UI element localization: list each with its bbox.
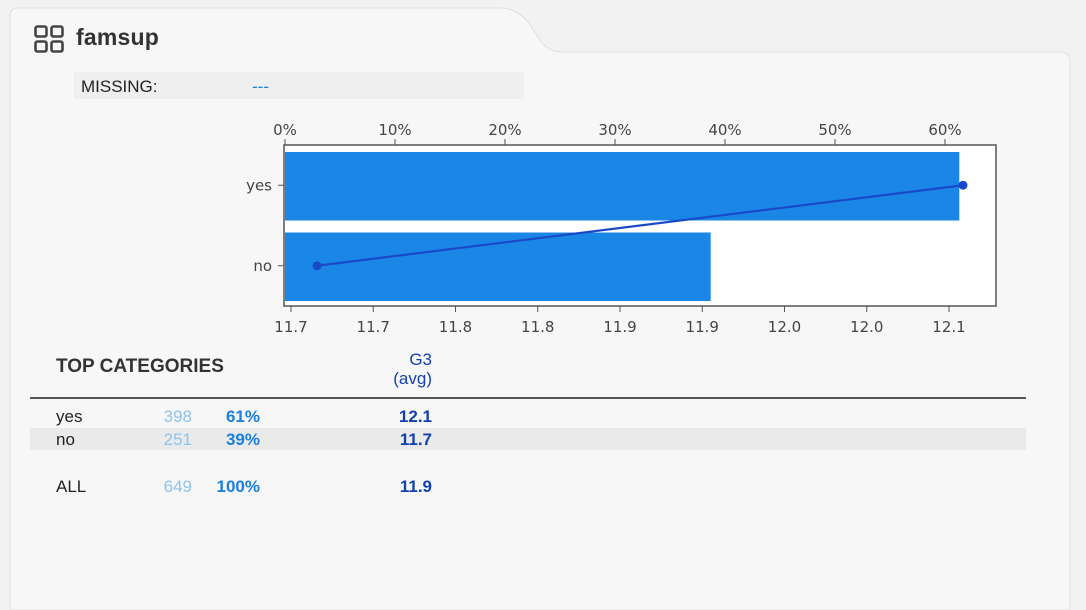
bottom-axis-tick-label: 11.7 <box>274 318 307 336</box>
top-axis-tick-label: 50% <box>818 121 851 139</box>
bottom-axis-tick-label: 12.0 <box>850 318 883 336</box>
feature-card: famsup MISSING: --- 0% 10% 20% 30% 40% 50% 60%… <box>0 0 1086 610</box>
header-divider <box>30 397 1026 399</box>
top-axis-tick-label: 0% <box>273 121 297 139</box>
category-name: no <box>56 430 75 449</box>
category-percent: 39% <box>225 430 260 449</box>
avg-point-yes <box>958 180 968 190</box>
table-row: no 251 39% 11.7 <box>30 428 1026 450</box>
category-label: yes <box>246 176 272 194</box>
bottom-axis-tick-label: 11.7 <box>357 318 390 336</box>
total-count: 649 <box>163 477 192 496</box>
metric-header: G3 (avg) <box>376 350 432 388</box>
top-axis-tick-label: 10% <box>378 121 411 139</box>
top-axis-tick-label: 40% <box>708 121 741 139</box>
top-axis-tick-label: 60% <box>928 121 961 139</box>
top-axis-tick-label: 30% <box>598 121 631 139</box>
avg-point-no <box>312 261 322 271</box>
total-name: ALL <box>56 477 87 496</box>
category-percent: 61% <box>225 407 260 426</box>
bottom-axis-tick-label: 11.9 <box>603 318 636 336</box>
category-count: 251 <box>163 430 192 449</box>
bar-yes <box>285 152 960 221</box>
metric-header-name: G3 <box>409 350 432 369</box>
bottom-axis-tick-label: 11.8 <box>439 318 472 336</box>
bottom-axis-tick-label: 12.0 <box>768 318 801 336</box>
total-row: ALL 649 100% 11.9 <box>30 475 1026 497</box>
top-categories-title: TOP CATEGORIES <box>56 356 224 377</box>
bottom-axis-tick-label: 11.9 <box>686 318 719 336</box>
category-count: 398 <box>163 407 192 426</box>
metric-header-unit: (avg) <box>393 369 432 388</box>
category-name: yes <box>56 407 83 426</box>
table-row: yes 398 61% 12.1 <box>30 405 1026 427</box>
category-avg: 12.1 <box>398 407 432 426</box>
category-chart: 0% 10% 20% 30% 40% 50% 60% 11.7 11.7 11.8 11.8 11.9… <box>246 121 997 336</box>
category-avg: 11.7 <box>399 430 432 449</box>
bottom-axis-tick-label: 12.1 <box>932 318 965 336</box>
total-percent: 100% <box>216 477 260 496</box>
bottom-axis-tick-label: 11.8 <box>521 318 554 336</box>
top-axis-tick-label: 20% <box>488 121 521 139</box>
total-avg: 11.9 <box>399 477 432 496</box>
category-label: no <box>253 257 272 275</box>
